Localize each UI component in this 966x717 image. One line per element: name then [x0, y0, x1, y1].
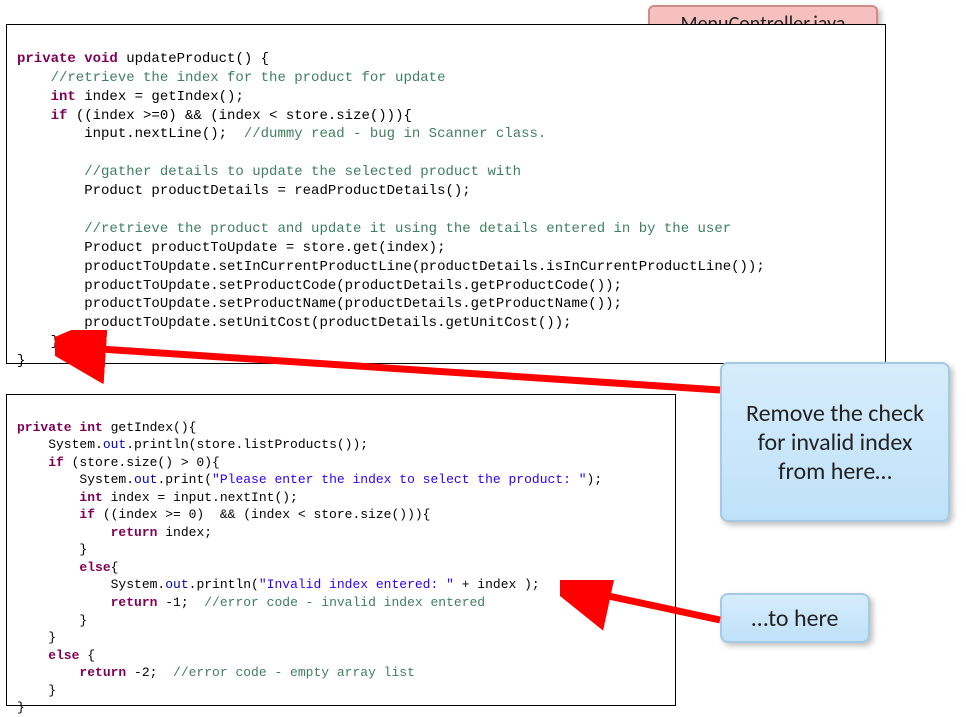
- code-txt: }: [17, 542, 87, 557]
- code-txt: }: [17, 334, 59, 350]
- code-txt: System.: [17, 472, 134, 487]
- code-txt: input.nextLine();: [17, 126, 244, 142]
- code-txt: -2;: [126, 665, 173, 680]
- code-txt: -1;: [157, 595, 204, 610]
- code-txt: }: [17, 700, 25, 715]
- code-txt: + index );: [454, 577, 540, 592]
- code-kw: else: [17, 560, 111, 575]
- code-kw: return: [17, 665, 126, 680]
- code-sys: out: [103, 437, 126, 452]
- code-txt: }: [17, 683, 56, 698]
- code-txt: );: [587, 472, 603, 487]
- code-txt: Product productToUpdate = store.get(inde…: [17, 240, 445, 256]
- code-txt: }: [17, 353, 25, 369]
- code-kw: private: [17, 420, 72, 435]
- callout-remove-check: Remove the check for invalid index from …: [720, 362, 950, 522]
- code-txt: productToUpdate.setInCurrentProductLine(…: [17, 259, 765, 275]
- code-txt: productToUpdate.setProductCode(productDe…: [17, 278, 622, 294]
- code-kw: return: [17, 595, 157, 610]
- code-txt: index = input.nextInt();: [103, 490, 298, 505]
- callout-text: …to here: [752, 604, 839, 633]
- code-kw: int: [17, 490, 103, 505]
- code-txt: updateProduct() {: [118, 51, 269, 67]
- code-txt: System.: [17, 577, 165, 592]
- code-kw: private: [17, 51, 76, 67]
- code-txt: getIndex(){: [103, 420, 197, 435]
- code-kw: if: [17, 108, 67, 124]
- code-kw: if: [17, 507, 95, 522]
- code-kw: if: [17, 455, 64, 470]
- code-kw: int: [72, 420, 103, 435]
- code-txt: ((index >=0) && (index < store.size())){: [67, 108, 411, 124]
- code-box-top: private void updateProduct() { //retriev…: [6, 24, 886, 364]
- code-txt: [17, 202, 25, 218]
- code-txt: .print(: [157, 472, 212, 487]
- code-kw: return: [17, 525, 157, 540]
- code-str: "Invalid index entered: ": [259, 577, 454, 592]
- code-kw: else: [17, 648, 79, 663]
- code-txt: index;: [157, 525, 212, 540]
- code-sys: out: [165, 577, 188, 592]
- code-box-bottom: private int getIndex(){ System.out.print…: [6, 394, 676, 706]
- code-comment: //dummy read - bug in Scanner class.: [244, 126, 546, 142]
- code-txt: {: [79, 648, 95, 663]
- code-comment: //retrieve the index for the product for…: [17, 70, 445, 86]
- code-txt: Product productDetails = readProductDeta…: [17, 183, 471, 199]
- code-kw: void: [76, 51, 118, 67]
- code-txt: index = getIndex();: [76, 89, 244, 105]
- code-str: "Please enter the index to select the pr…: [212, 472, 586, 487]
- callout-to-here: …to here: [720, 593, 870, 643]
- code-comment: //error code - empty array list: [173, 665, 415, 680]
- code-txt: productToUpdate.setProductName(productDe…: [17, 296, 622, 312]
- code-comment: //error code - invalid index entered: [204, 595, 485, 610]
- code-txt: .println(: [189, 577, 259, 592]
- code-txt: {: [111, 560, 119, 575]
- code-txt: (store.size() > 0){: [64, 455, 220, 470]
- code-sys: out: [134, 472, 157, 487]
- code-txt: .println(store.listProducts());: [126, 437, 368, 452]
- code-txt: }: [17, 630, 56, 645]
- callout-text: Remove the check for invalid index from …: [738, 399, 932, 486]
- code-txt: ((index >= 0) && (index < store.size()))…: [95, 507, 430, 522]
- code-txt: productToUpdate.setUnitCost(productDetai…: [17, 315, 572, 331]
- code-comment: //gather details to update the selected …: [17, 164, 521, 180]
- code-txt: [17, 145, 25, 161]
- code-txt: }: [17, 613, 87, 628]
- code-comment: //retrieve the product and update it usi…: [17, 221, 731, 237]
- code-kw: int: [17, 89, 76, 105]
- code-txt: System.: [17, 437, 103, 452]
